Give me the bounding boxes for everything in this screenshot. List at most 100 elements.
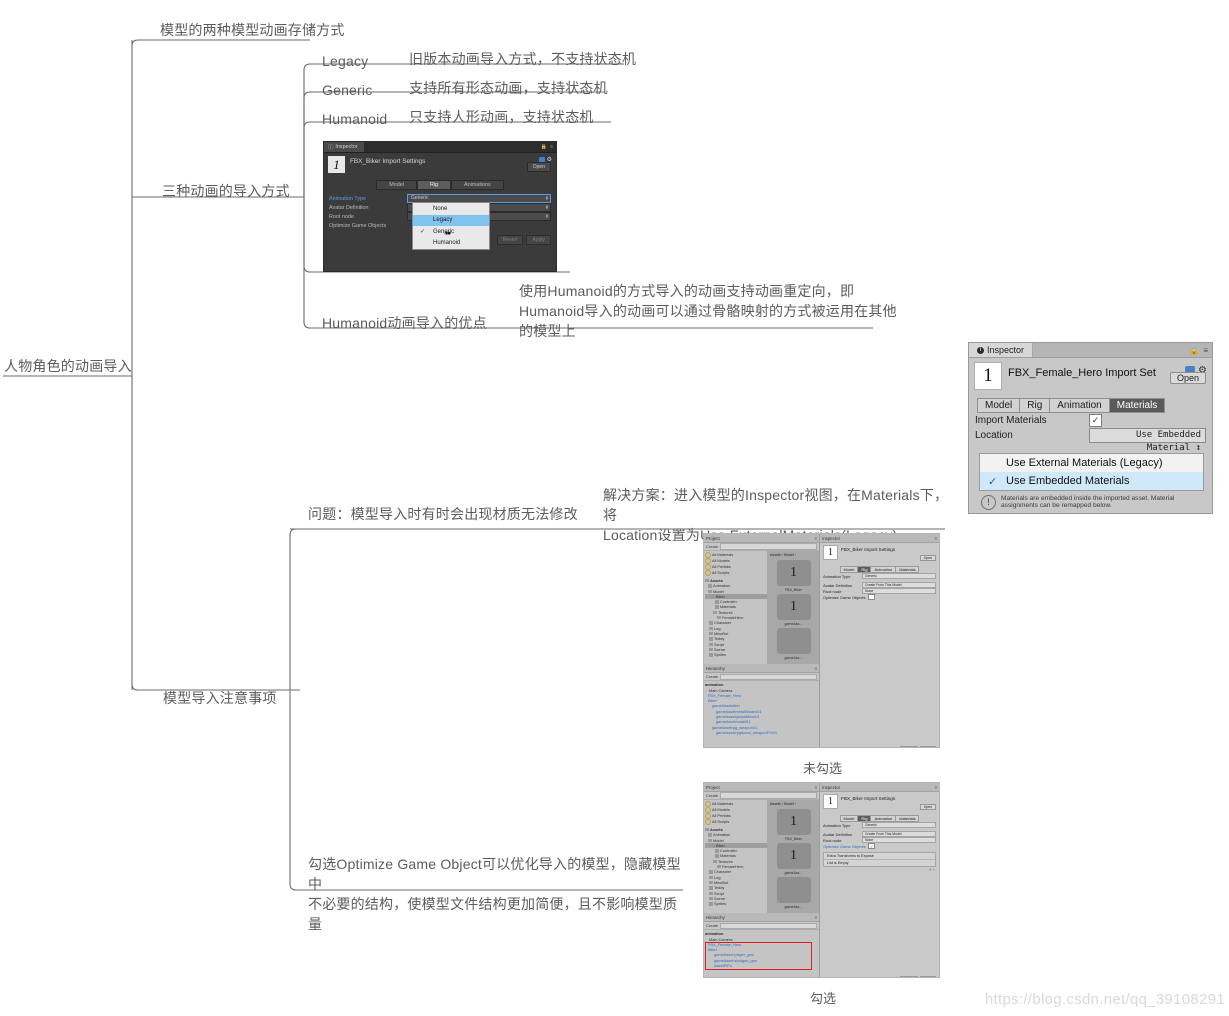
- tab-animation[interactable]: Animation: [1049, 398, 1109, 413]
- list-item[interactable]: gameAssetrpgdoom_weaponFIX01: [705, 730, 819, 735]
- humanoid-advantage-label[interactable]: Humanoid动画导入的优点: [322, 313, 487, 333]
- editor-screenshot-unchecked[interactable]: Project ≡ Create All Materials All Model…: [703, 533, 940, 748]
- inspector-rig-buttons[interactable]: Revert Apply: [496, 235, 551, 245]
- panel-menu-icon[interactable]: ≡: [814, 785, 819, 790]
- project-tree-checked[interactable]: All Materials All Models All Prefabs All…: [704, 800, 768, 914]
- anim-type-name-generic[interactable]: Generic: [322, 80, 372, 100]
- asset-thumbnail[interactable]: 1: [776, 560, 811, 587]
- asset-thumbnail[interactable]: 1: [776, 843, 811, 870]
- optimize-game-objects-checkbox[interactable]: ✓: [868, 842, 876, 850]
- tab-rig[interactable]: Rig: [1019, 398, 1050, 413]
- hierarchy-tree-unchecked[interactable]: animation Main Camera FBX_Female_Hero Bi…: [704, 681, 819, 747]
- project-search-input[interactable]: [720, 792, 817, 799]
- inspector-panel-checked[interactable]: Inspector ≡ 1 FBX_Biker Import Settings …: [820, 783, 939, 977]
- extra-transforms-box[interactable]: Extra Transforms to Expose List is Empty: [823, 852, 936, 867]
- asset-thumbnail[interactable]: [776, 628, 811, 655]
- row-root-node[interactable]: Root node None: [820, 587, 939, 595]
- inspector-rig-window-controls[interactable]: 🔒 ≡: [541, 144, 556, 150]
- project-tree-unchecked[interactable]: All Materials All Models All Prefabs All…: [704, 551, 768, 665]
- inspector-materials-tabs[interactable]: Model Rig Animation Materials: [977, 398, 1212, 413]
- list-item[interactable]: Sprites: [705, 901, 767, 906]
- menu-icon[interactable]: ≡: [550, 144, 553, 150]
- folder-icon: [709, 626, 713, 631]
- tab-animations[interactable]: Animations: [451, 180, 504, 190]
- problem-label[interactable]: 问题：模型导入时有时会出现材质无法修改: [308, 504, 578, 524]
- tab-model[interactable]: Model: [376, 180, 417, 190]
- tab-model[interactable]: Model: [839, 815, 858, 822]
- asset-thumbnail[interactable]: 1: [776, 809, 811, 836]
- apply-button[interactable]: Apply: [919, 746, 936, 747]
- project-panel-toolbar[interactable]: Create: [704, 792, 819, 800]
- location-dropdown-menu[interactable]: Use External Materials (Legacy) ✓ Use Em…: [979, 453, 1204, 491]
- tab-materials[interactable]: Materials: [1108, 398, 1166, 413]
- row-import-materials[interactable]: Import Materials ✓: [969, 413, 1212, 428]
- inspector-buttons[interactable]: Revert Apply: [899, 746, 936, 747]
- asset-thumbnail[interactable]: [776, 877, 811, 904]
- inspector-materials-screenshot[interactable]: i Inspector 🔒 ≡ 1 FBX_Female_Hero Import…: [968, 342, 1213, 514]
- tab-model[interactable]: Model: [839, 566, 858, 573]
- hierarchy-search-input[interactable]: [720, 673, 817, 681]
- hierarchy-search-input[interactable]: [720, 922, 817, 930]
- panel-menu-icon[interactable]: ≡: [934, 536, 939, 541]
- anim-type-name-humanoid[interactable]: Humanoid: [322, 109, 387, 129]
- list-add-remove[interactable]: + −: [820, 867, 939, 872]
- lock-icon[interactable]: 🔒: [1189, 346, 1199, 355]
- project-panel-toolbar[interactable]: Create: [704, 543, 819, 551]
- panel-menu-icon[interactable]: ≡: [814, 915, 819, 920]
- apply-button[interactable]: Apply: [919, 976, 936, 977]
- row-location[interactable]: Location Use Embedded Material ↕: [969, 428, 1212, 453]
- menu-option-use-embedded-materials[interactable]: ✓ Use Embedded Materials: [980, 472, 1203, 490]
- panel-menu-icon[interactable]: ≡: [934, 785, 939, 790]
- open-button[interactable]: Open: [919, 804, 936, 810]
- panel-menu-icon[interactable]: ≡: [814, 536, 819, 541]
- dropdown-option-legacy[interactable]: Legacy: [413, 214, 489, 226]
- revert-button[interactable]: Revert: [899, 746, 918, 747]
- apply-button[interactable]: Apply: [526, 235, 551, 245]
- hierarchy-tree-checked[interactable]: animation Main Camera FBX_Female_Hero Bi…: [704, 930, 819, 977]
- inspector-buttons[interactable]: Revert Apply: [899, 976, 936, 977]
- list-item[interactable]: Sprites: [705, 652, 767, 657]
- tab-model[interactable]: Model: [977, 398, 1020, 413]
- menu-option-use-external-materials[interactable]: Use External Materials (Legacy): [980, 454, 1203, 472]
- asset-thumbnail[interactable]: 1: [776, 594, 811, 621]
- row-optimize-game-objects[interactable]: Optimize Game Objects ✓: [820, 842, 939, 850]
- row-animation-type[interactable]: Animation Type Generic: [820, 821, 939, 829]
- open-button[interactable]: Open: [526, 162, 551, 172]
- revert-button[interactable]: Revert: [899, 976, 918, 977]
- optimize-game-objects-checkbox[interactable]: [868, 593, 876, 601]
- list-item[interactable]: All Scripts: [705, 570, 767, 576]
- tab-rig[interactable]: Rig: [416, 180, 452, 190]
- revert-button[interactable]: Revert: [496, 235, 524, 245]
- location-dropdown[interactable]: Use Embedded Material ↕: [1089, 428, 1206, 453]
- row-optimize-game-objects[interactable]: Optimize Game Objects: [820, 593, 939, 601]
- hierarchy-panel-toolbar[interactable]: Create: [704, 922, 819, 931]
- branch-label-import-methods[interactable]: 三种动画的导入方式: [162, 181, 290, 201]
- open-button[interactable]: Open: [919, 555, 936, 561]
- dropdown-option-none[interactable]: None: [413, 203, 489, 215]
- open-button[interactable]: Open: [1169, 372, 1206, 384]
- branch-label-import-notes[interactable]: 模型导入注意事项: [163, 688, 277, 708]
- inspector-materials-tab[interactable]: i Inspector: [969, 343, 1034, 357]
- import-materials-checkbox[interactable]: ✓: [1089, 414, 1102, 427]
- project-grid-checked[interactable]: Assets › Model › 1 FBX_Biker 1 gameAss..…: [768, 800, 819, 914]
- panel-menu-icon[interactable]: ≡: [814, 666, 819, 671]
- editor-screenshot-checked[interactable]: Project ≡ Create All Materials All Model…: [703, 782, 940, 978]
- inspector-panel-unchecked[interactable]: Inspector ≡ 1 FBX_Biker Import Settings …: [820, 534, 939, 747]
- inspector-rig-tabs[interactable]: Model Rig Animations: [324, 180, 556, 190]
- project-search-input[interactable]: [720, 543, 817, 550]
- inspector-materials-window-controls[interactable]: 🔒 ≡: [1189, 346, 1212, 355]
- inspector-rig-tab[interactable]: ⓘ Inspector: [324, 142, 364, 152]
- anim-type-name-legacy[interactable]: Legacy: [322, 51, 368, 71]
- inspector-rig-screenshot[interactable]: ⓘ Inspector 🔒 ≡ 1 FBX_Biker Import Setti…: [323, 141, 557, 272]
- dropdown-option-humanoid[interactable]: Humanoid: [413, 238, 489, 250]
- hierarchy-panel-toolbar[interactable]: Create: [704, 673, 819, 682]
- lock-icon[interactable]: 🔒: [541, 144, 547, 150]
- list-item[interactable]: All Scripts: [705, 819, 767, 825]
- branch-label-storage[interactable]: 模型的两种模型动画存储方式: [160, 20, 345, 40]
- animation-type-dropdown[interactable]: None Legacy ✓ Generic Humanoid: [412, 202, 490, 250]
- row-root-node[interactable]: Root node None: [820, 836, 939, 844]
- mindmap-root-label[interactable]: 人物角色的动画导入: [4, 356, 132, 376]
- menu-icon[interactable]: ≡: [1203, 346, 1208, 355]
- row-animation-type[interactable]: Animation Type Generic: [820, 572, 939, 580]
- project-grid-unchecked[interactable]: Assets › Model › 1 FBX_Biker 1 gameAss..…: [768, 551, 819, 665]
